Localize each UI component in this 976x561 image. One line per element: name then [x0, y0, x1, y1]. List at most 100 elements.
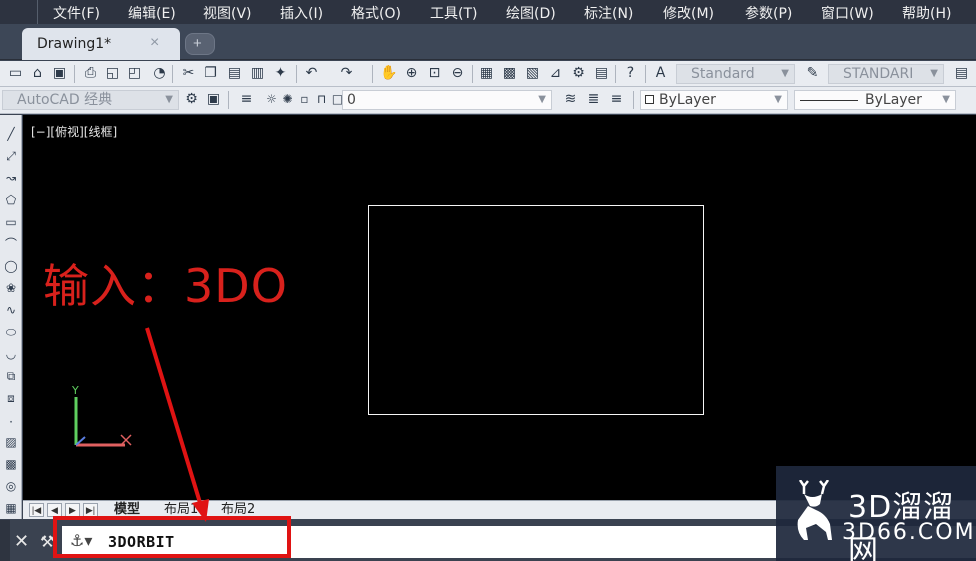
drawing-canvas[interactable]: [−][俯视][线框] 输入：3DO Y	[23, 115, 976, 500]
dimension-style-icon[interactable]: ✎	[804, 65, 821, 82]
dimension-style-combo[interactable]: STANDARI ▼	[828, 64, 944, 84]
menu-draw[interactable]: 绘图(D)	[506, 3, 556, 23]
customize-icon[interactable]: ▣	[205, 91, 222, 108]
table-style-icon[interactable]: ▤	[953, 65, 970, 82]
menu-tools[interactable]: 工具(T)	[430, 3, 477, 23]
lock-icon[interactable]: ⊓	[313, 91, 330, 108]
plot-icon[interactable]: ◔	[151, 65, 168, 82]
publish-icon[interactable]: ◰	[126, 65, 143, 82]
chevron-down-icon: ▼	[942, 94, 950, 105]
toolbar-separator	[372, 65, 373, 83]
pan-icon[interactable]: ✋	[380, 65, 397, 82]
tool-palettes-icon[interactable]: ▧	[524, 65, 541, 82]
calculator-icon[interactable]: ▤	[593, 65, 610, 82]
text-style-combo[interactable]: Standard ▼	[676, 64, 795, 84]
lightbulb-icon[interactable]: ☼	[263, 91, 280, 108]
polygon-icon[interactable]: ⬠	[2, 191, 20, 209]
revision-cloud-icon[interactable]: ❀	[2, 279, 20, 297]
app-menu-button[interactable]	[0, 0, 38, 24]
table-icon[interactable]: ▦	[2, 499, 20, 517]
menu-modify[interactable]: 修改(M)	[663, 3, 714, 23]
print-icon[interactable]: ⎙	[82, 65, 99, 82]
undo-icon[interactable]: ↶	[303, 65, 320, 82]
color-combo[interactable]: ByLayer ▼	[640, 90, 788, 110]
new-file-icon[interactable]: ▭	[7, 65, 24, 82]
save-icon[interactable]: ▣	[51, 65, 68, 82]
layer-viewport-icon[interactable]: ▫	[296, 91, 313, 108]
document-tab-label: Drawing1*	[37, 36, 112, 52]
chevron-down-icon: ▼	[538, 94, 546, 105]
hatch-icon[interactable]: ▨	[2, 433, 20, 451]
menu-window[interactable]: 窗口(W)	[821, 3, 874, 23]
make-current-layer-icon[interactable]: ≋	[562, 91, 579, 108]
zoom-realtime-icon[interactable]: ⊕	[403, 65, 420, 82]
next-layout-icon[interactable]: ▶	[65, 503, 80, 517]
print-preview-icon[interactable]: ◱	[104, 65, 121, 82]
menu-view[interactable]: 视图(V)	[203, 3, 252, 23]
workspace-combo[interactable]: AutoCAD 经典 ▼	[2, 90, 179, 110]
cut-icon[interactable]: ✂	[180, 65, 197, 82]
make-block-icon[interactable]: ⧈	[2, 389, 20, 407]
spline-icon[interactable]: ∿	[2, 301, 20, 319]
plus-icon: +	[193, 35, 202, 52]
line-icon[interactable]: ╱	[2, 125, 20, 143]
point-icon[interactable]: ·	[2, 413, 20, 431]
region-icon[interactable]: ◎	[2, 477, 20, 495]
properties-icon[interactable]: ▦	[478, 65, 495, 82]
menu-parametric[interactable]: 参数(P)	[745, 3, 792, 23]
construction-line-icon[interactable]: ⤢	[2, 147, 20, 165]
toolbar-separator	[74, 65, 75, 83]
help-icon[interactable]: ?	[622, 65, 639, 82]
sheet-set-icon[interactable]: ⊿	[547, 65, 564, 82]
design-center-icon[interactable]: ▩	[501, 65, 518, 82]
menu-help[interactable]: 帮助(H)	[902, 3, 951, 23]
gradient-icon[interactable]: ▩	[2, 455, 20, 473]
chevron-down-icon: ▼	[930, 68, 938, 79]
layer-previous-icon[interactable]: ≣	[585, 91, 602, 108]
drawn-rectangle[interactable]	[368, 205, 704, 415]
layer-combo[interactable]: 0 ▼	[342, 90, 552, 110]
redo-icon[interactable]: ↷	[338, 65, 355, 82]
viewport-controls-label[interactable]: [−][俯视][线框]	[31, 123, 117, 140]
open-folder-icon[interactable]: ⌂	[29, 65, 46, 82]
new-tab-button[interactable]: +	[185, 33, 215, 55]
polyline-icon[interactable]: ↝	[2, 169, 20, 187]
workspace-settings-icon[interactable]: ⚙	[183, 91, 200, 108]
toolbar-separator	[296, 65, 297, 83]
layer-states-icon[interactable]: ≡	[608, 91, 625, 108]
zoom-window-icon[interactable]: ⊡	[426, 65, 443, 82]
insert-block-icon[interactable]: ⧉	[2, 367, 20, 385]
menu-dimension[interactable]: 标注(N)	[584, 3, 633, 23]
text-style-icon[interactable]: A	[652, 65, 669, 82]
close-icon[interactable]: ×	[150, 34, 159, 52]
instruction-annotation: 输入：3DO	[43, 259, 288, 313]
block-editor-icon[interactable]: ✦	[272, 65, 289, 82]
menu-insert[interactable]: 插入(I)	[280, 3, 323, 23]
copy-icon[interactable]: ❐	[202, 65, 219, 82]
color-value: ByLayer	[659, 92, 716, 108]
paste-icon[interactable]: ▤	[226, 65, 243, 82]
toolbar-separator	[172, 65, 173, 83]
menu-edit[interactable]: 编辑(E)	[128, 3, 176, 23]
document-tab-drawing1[interactable]: Drawing1* ×	[22, 28, 180, 60]
layer-manager-icon[interactable]: ≡	[238, 91, 255, 108]
markup-icon[interactable]: ⚙	[570, 65, 587, 82]
menu-file[interactable]: 文件(F)	[53, 3, 100, 23]
rectangle-icon[interactable]: ▭	[2, 213, 20, 231]
first-layout-icon[interactable]: |◀	[29, 503, 44, 517]
toolbar-separator	[645, 65, 646, 83]
zoom-previous-icon[interactable]: ⊖	[449, 65, 466, 82]
last-layout-icon[interactable]: ▶|	[83, 503, 98, 517]
close-icon[interactable]: ✕	[14, 531, 29, 552]
arc-icon[interactable]: ⌒	[2, 235, 20, 253]
ellipse-icon[interactable]: ⬭	[2, 323, 20, 341]
sun-icon[interactable]: ✺	[279, 91, 296, 108]
circle-icon[interactable]: ◯	[2, 257, 20, 275]
grip-handle[interactable]	[0, 520, 10, 561]
dimension-style-value: STANDARI	[843, 66, 914, 82]
chevron-down-icon: ▼	[781, 68, 789, 79]
menu-format[interactable]: 格式(O)	[351, 3, 401, 23]
ellipse-arc-icon[interactable]: ◡	[2, 345, 20, 363]
match-properties-icon[interactable]: ▥	[249, 65, 266, 82]
previous-layout-icon[interactable]: ◀	[47, 503, 62, 517]
